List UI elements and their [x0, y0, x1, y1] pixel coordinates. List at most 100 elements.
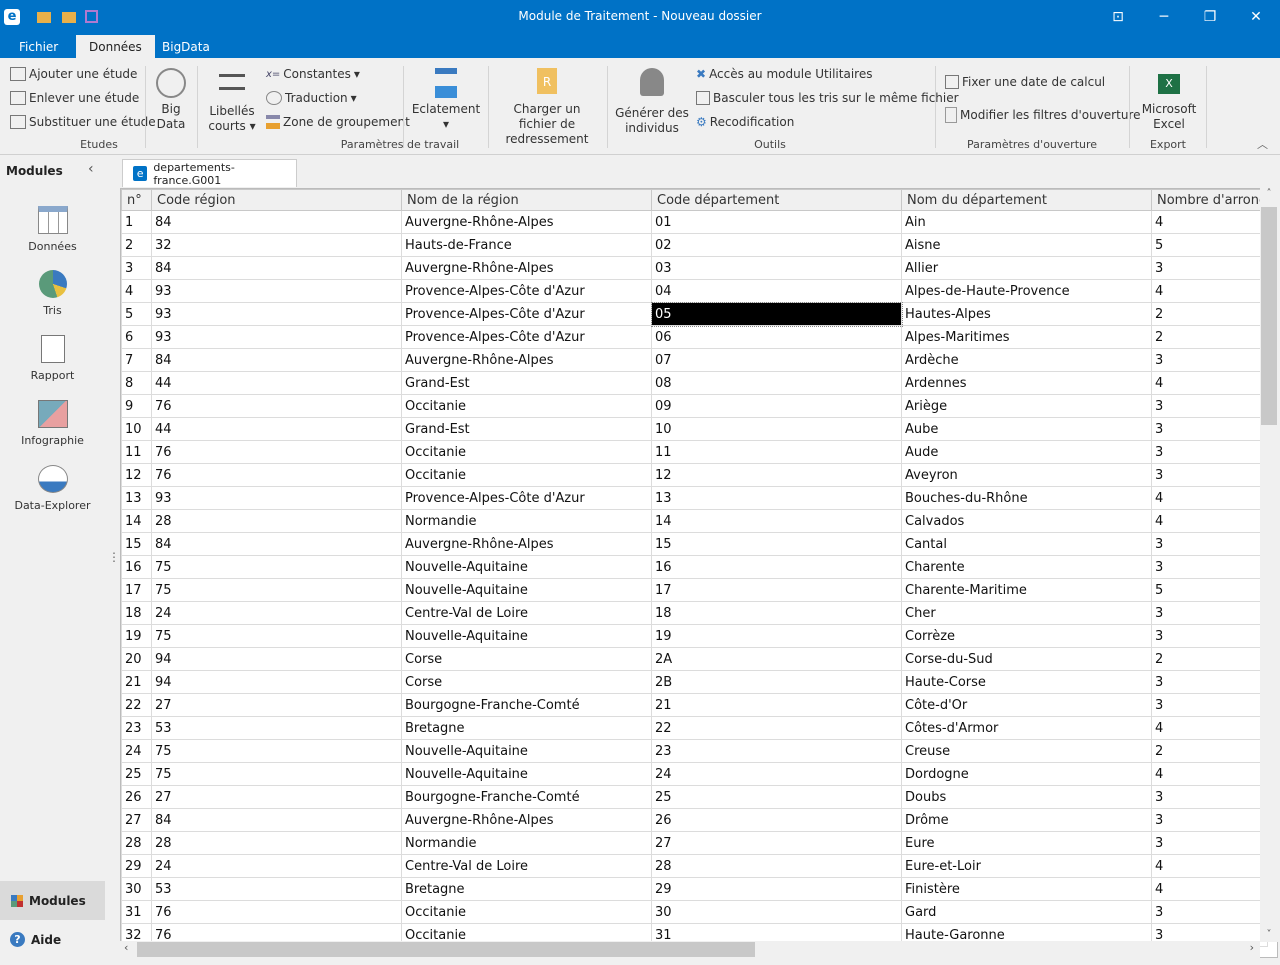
table-cell[interactable]: 44: [151, 371, 402, 395]
row-number[interactable]: 27: [121, 808, 152, 832]
bigdata-button[interactable]: Big Data: [152, 68, 190, 132]
table-cell[interactable]: 14: [651, 509, 902, 533]
table-cell[interactable]: 4: [1150, 509, 1269, 533]
table-cell[interactable]: 53: [151, 877, 402, 901]
table-cell[interactable]: 84: [151, 532, 402, 556]
table-cell[interactable]: Alpes-Maritimes: [901, 325, 1152, 349]
table-cell[interactable]: 3: [1150, 256, 1269, 280]
table-cell[interactable]: 21: [651, 693, 902, 717]
table-cell[interactable]: 93: [151, 302, 402, 326]
edit-open-filters-button[interactable]: Modifier les filtres d'ouverture: [945, 107, 1140, 123]
table-cell[interactable]: 94: [151, 647, 402, 671]
horizontal-scroll-thumb[interactable]: [137, 942, 755, 957]
table-cell[interactable]: 12: [651, 463, 902, 487]
table-cell[interactable]: 24: [151, 601, 402, 625]
help-button[interactable]: ? Aide: [10, 932, 61, 947]
row-number[interactable]: 22: [121, 693, 152, 717]
table-cell[interactable]: Ariège: [901, 394, 1152, 418]
table-cell[interactable]: 94: [151, 670, 402, 694]
table-cell[interactable]: 3: [1150, 348, 1269, 372]
tab-bigdata[interactable]: BigData: [149, 35, 223, 58]
table-cell[interactable]: 01: [651, 210, 902, 234]
set-calc-date-button[interactable]: Fixer une date de calcul: [945, 75, 1105, 89]
table-cell[interactable]: Provence-Alpes-Côte d'Azur: [401, 325, 652, 349]
sidebar-item-donnees[interactable]: Données: [0, 206, 105, 253]
table-cell[interactable]: 07: [651, 348, 902, 372]
table-cell[interactable]: 76: [151, 463, 402, 487]
row-number[interactable]: 19: [121, 624, 152, 648]
table-cell[interactable]: 10: [651, 417, 902, 441]
table-cell[interactable]: 27: [151, 693, 402, 717]
table-cell[interactable]: Occitanie: [401, 394, 652, 418]
table-cell[interactable]: 32: [151, 233, 402, 257]
table-cell[interactable]: 4: [1150, 279, 1269, 303]
remove-study-button[interactable]: Enlever une étude: [10, 91, 139, 105]
table-cell[interactable]: Grand-Est: [401, 417, 652, 441]
table-cell[interactable]: Auvergne-Rhône-Alpes: [401, 210, 652, 234]
table-cell[interactable]: Auvergne-Rhône-Alpes: [401, 808, 652, 832]
table-cell[interactable]: Hauts-de-France: [401, 233, 652, 257]
table-cell[interactable]: 2: [1150, 302, 1269, 326]
add-study-button[interactable]: Ajouter une étude: [10, 67, 137, 81]
table-cell[interactable]: 4: [1150, 210, 1269, 234]
grouping-zone-button[interactable]: Zone de groupement: [266, 115, 410, 129]
table-cell[interactable]: Provence-Alpes-Côte d'Azur: [401, 486, 652, 510]
row-number[interactable]: 4: [121, 279, 152, 303]
eclatement-button[interactable]: Eclatement ▾: [410, 68, 482, 132]
table-cell[interactable]: Côtes-d'Armor: [901, 716, 1152, 740]
row-number[interactable]: 23: [121, 716, 152, 740]
table-cell[interactable]: 04: [651, 279, 902, 303]
table-cell[interactable]: 13: [651, 486, 902, 510]
table-cell[interactable]: 76: [151, 900, 402, 924]
table-cell[interactable]: Haute-Corse: [901, 670, 1152, 694]
table-cell[interactable]: Gard: [901, 900, 1152, 924]
document-tab[interactable]: e departements-france.G001: [122, 159, 297, 187]
table-cell[interactable]: Nouvelle-Aquitaine: [401, 739, 652, 763]
table-cell[interactable]: Creuse: [901, 739, 1152, 763]
table-cell[interactable]: 3: [1150, 624, 1269, 648]
utilities-button[interactable]: ✖ Accès au module Utilitaires: [696, 67, 872, 81]
table-cell[interactable]: Centre-Val de Loire: [401, 854, 652, 878]
row-number[interactable]: 1: [121, 210, 152, 234]
table-cell[interactable]: 4: [1150, 371, 1269, 395]
table-cell[interactable]: Drôme: [901, 808, 1152, 832]
replace-study-button[interactable]: Substituer une étude: [10, 115, 156, 129]
table-cell[interactable]: 75: [151, 555, 402, 579]
table-cell[interactable]: Aisne: [901, 233, 1152, 257]
row-number[interactable]: 3: [121, 256, 152, 280]
row-number[interactable]: 24: [121, 739, 152, 763]
table-cell[interactable]: 06: [651, 325, 902, 349]
table-cell[interactable]: Calvados: [901, 509, 1152, 533]
table-cell[interactable]: 75: [151, 578, 402, 602]
table-cell[interactable]: 76: [151, 394, 402, 418]
minimize-button[interactable]: ─: [1149, 6, 1179, 28]
table-cell[interactable]: 2B: [651, 670, 902, 694]
table-cell[interactable]: Cher: [901, 601, 1152, 625]
table-cell[interactable]: 2A: [651, 647, 902, 671]
row-number[interactable]: 5: [121, 302, 152, 326]
short-labels-button[interactable]: Libellés courts ▾: [205, 74, 259, 134]
row-number[interactable]: 9: [121, 394, 152, 418]
sidebar-item-data-explorer[interactable]: Data-Explorer: [0, 465, 105, 512]
table-cell[interactable]: 09: [651, 394, 902, 418]
row-number[interactable]: 20: [121, 647, 152, 671]
table-cell[interactable]: 18: [651, 601, 902, 625]
export-excel-button[interactable]: X Microsoft Excel: [1136, 74, 1202, 132]
table-cell[interactable]: Nouvelle-Aquitaine: [401, 762, 652, 786]
data-grid[interactable]: n° Code région Nom de la région Code départ…: [120, 188, 1278, 958]
table-cell[interactable]: Eure-et-Loir: [901, 854, 1152, 878]
table-cell[interactable]: 3: [1150, 900, 1269, 924]
column-header[interactable]: Nombre d'arrond: [1150, 189, 1269, 211]
table-cell[interactable]: 25: [651, 785, 902, 809]
table-cell[interactable]: Normandie: [401, 831, 652, 855]
table-cell[interactable]: 29: [651, 877, 902, 901]
row-number[interactable]: 16: [121, 555, 152, 579]
table-cell[interactable]: 28: [151, 831, 402, 855]
tab-fichier[interactable]: Fichier: [6, 35, 71, 58]
table-cell[interactable]: 03: [651, 256, 902, 280]
row-number[interactable]: 2: [121, 233, 152, 257]
row-number[interactable]: 7: [121, 348, 152, 372]
table-cell[interactable]: 02: [651, 233, 902, 257]
table-cell[interactable]: 3: [1150, 785, 1269, 809]
table-cell[interactable]: Provence-Alpes-Côte d'Azur: [401, 279, 652, 303]
